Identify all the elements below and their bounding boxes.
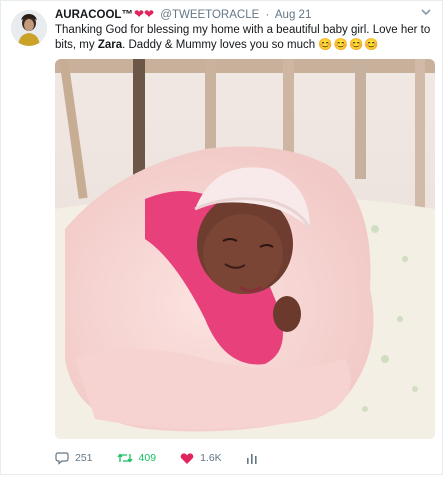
tweet-card: AURACOOL™❤❤ @TWEETORACLE · Aug 21 Thanki… [0, 0, 443, 475]
avatar[interactable] [11, 10, 47, 46]
avatar-image [11, 10, 47, 46]
reply-icon [55, 452, 69, 465]
tweet-actions: 251 409 1.6K [55, 449, 288, 467]
tweet-text: Thanking God for blessing my home with a… [55, 23, 437, 52]
baby-photo-image [55, 59, 435, 439]
user-handle[interactable]: @TWEETORACLE [160, 9, 259, 21]
tweet-photo[interactable] [55, 59, 435, 439]
tweet-date[interactable]: Aug 21 [275, 9, 311, 21]
tweet-text-part2: . Daddy & Mummy loves you so much [122, 38, 319, 51]
reply-count: 251 [75, 452, 93, 464]
tweet-text-bold-name: Zara [97, 38, 123, 51]
tweet-emoji: 😊😊😊😊 [318, 38, 380, 51]
heart-icon [180, 452, 194, 464]
chevron-down-icon[interactable] [420, 7, 432, 17]
retweet-count: 409 [138, 452, 157, 464]
retweet-button[interactable]: 409 [117, 451, 157, 465]
analytics-button[interactable] [246, 452, 264, 464]
display-name[interactable]: AURACOOL™ [55, 9, 133, 21]
like-button[interactable]: 1.6K [180, 452, 222, 465]
retweet-icon [117, 453, 133, 463]
name-hearts: ❤❤ [133, 7, 155, 21]
reply-button[interactable]: 251 [55, 451, 93, 465]
tweet-header: AURACOOL™❤❤ @TWEETORACLE · Aug 21 [55, 7, 311, 22]
analytics-icon [246, 454, 257, 464]
like-count: 1.6K [200, 452, 222, 464]
separator-dot: · [265, 9, 270, 21]
